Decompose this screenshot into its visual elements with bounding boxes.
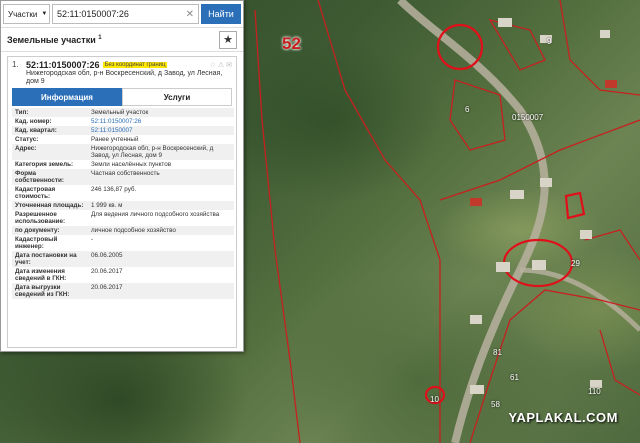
property-value: Для ведения личного подсобного хозяйства bbox=[88, 210, 234, 226]
card-action-icons[interactable]: ☆ ⚠ ✉ bbox=[210, 61, 232, 69]
block-label: 0150007 bbox=[512, 113, 544, 122]
star-icon[interactable]: ★ bbox=[219, 30, 237, 49]
property-value: 06.06.2005 bbox=[88, 251, 234, 267]
property-label: Форма собственности: bbox=[12, 169, 88, 185]
parcel-card: 1. 52:11:0150007:26 Без координат границ… bbox=[7, 56, 237, 348]
parcel-label: 81 bbox=[493, 348, 502, 357]
property-value: Нижегородская обл, р-н Воскресенский, д … bbox=[88, 144, 234, 160]
property-label: Кадастровый инженер: bbox=[12, 235, 88, 251]
quarter-label: 52 bbox=[282, 34, 301, 53]
table-row: Дата выгрузки сведений из ГКН: 20.06.2017 bbox=[12, 283, 234, 299]
property-value: Земельный участок bbox=[88, 108, 234, 117]
parcel-label: 110 bbox=[588, 387, 601, 396]
table-row: Дата изменения сведений в ГКН: 20.06.2017 bbox=[12, 267, 234, 283]
property-value: личное подсобное хозяйство bbox=[88, 226, 234, 235]
find-button[interactable]: Найти bbox=[201, 4, 241, 24]
property-value: 20.06.2017 bbox=[88, 267, 234, 283]
property-value: Частная собственность bbox=[88, 169, 234, 185]
parcel-label: 58 bbox=[491, 400, 500, 409]
search-input-value: 52:11:0150007:26 bbox=[57, 9, 129, 19]
properties-table: Тип: Земельный участок Кад. номер: 52:11:01… bbox=[12, 108, 234, 299]
parcel-title[interactable]: 52:11:0150007:26 bbox=[26, 60, 100, 70]
clear-icon[interactable]: ✕ bbox=[186, 9, 194, 20]
property-value: - bbox=[88, 235, 234, 251]
property-label: Дата выгрузки сведений из ГКН: bbox=[12, 283, 88, 299]
table-row: Кадастровая стоимость: 246 136,87 руб. bbox=[12, 185, 234, 201]
property-value: 20.06.2017 bbox=[88, 283, 234, 299]
property-label: Кадастровая стоимость: bbox=[12, 185, 88, 201]
property-value: Земли населённых пунктов bbox=[88, 160, 234, 169]
parcel-address: Нижегородская обл, р-н Воскресенский, д … bbox=[26, 70, 223, 85]
table-row: Статус: Ранее учтенный bbox=[12, 135, 234, 144]
table-row: Кадастровый инженер: - bbox=[12, 235, 234, 251]
table-row: Разрешенное использование: Для ведения ли… bbox=[12, 210, 234, 226]
watermark: YAPLAKAL.COM bbox=[508, 410, 618, 425]
table-row: Адрес: Нижегородская обл, р-н Воскресенск… bbox=[12, 144, 234, 160]
property-link[interactable]: 52:11:0150007:26 bbox=[88, 117, 234, 126]
property-value: 1 999 кв. м bbox=[88, 201, 234, 210]
parcel-card-header: 1. 52:11:0150007:26 Без координат границ… bbox=[8, 57, 236, 85]
search-input[interactable]: 52:11:0150007:26 ✕ bbox=[52, 4, 199, 24]
property-label: Разрешенное использование: bbox=[12, 210, 88, 226]
table-row: Уточненная площадь: 1 999 кв. м bbox=[12, 201, 234, 210]
tab-bar: Информация Услуги bbox=[12, 88, 232, 106]
property-label: Кад. квартал: bbox=[12, 126, 88, 135]
tab-info[interactable]: Информация bbox=[12, 88, 122, 106]
category-select-value: Участки bbox=[8, 9, 38, 19]
section-header: Земельные участки 1 ★ bbox=[1, 28, 243, 52]
info-panel: Участки ▼ 52:11:0150007:26 ✕ Найти Земел… bbox=[0, 0, 244, 352]
property-link[interactable]: 52:11:0150007 bbox=[88, 126, 234, 135]
chevron-down-icon: ▼ bbox=[41, 11, 48, 17]
property-label: Дата постановки на учет: bbox=[12, 251, 88, 267]
property-label: Дата изменения сведений в ГКН: bbox=[12, 267, 88, 283]
parcel-label: 10 bbox=[430, 395, 439, 404]
property-value: Ранее учтенный bbox=[88, 135, 234, 144]
table-row: Кад. квартал: 52:11:0150007 bbox=[12, 126, 234, 135]
category-select[interactable]: Участки ▼ bbox=[3, 4, 50, 24]
table-row: Дата постановки на учет: 06.06.2005 bbox=[12, 251, 234, 267]
parcel-card-body: 52:11:0150007:26 Без координат границ ☆ … bbox=[26, 60, 232, 85]
parcel-label: 6 bbox=[465, 105, 470, 114]
property-label: по документу: bbox=[12, 226, 88, 235]
tab-services[interactable]: Услуги bbox=[122, 88, 232, 106]
section-title: Земельные участки 1 bbox=[7, 35, 219, 45]
property-label: Уточненная площадь: bbox=[12, 201, 88, 210]
item-number: 1. bbox=[12, 60, 19, 69]
property-label: Кад. номер: bbox=[12, 117, 88, 126]
property-label: Тип: bbox=[12, 108, 88, 117]
section-count: 1 bbox=[98, 34, 102, 41]
table-row: Кад. номер: 52:11:0150007:26 bbox=[12, 117, 234, 126]
parcel-label: 9 bbox=[547, 37, 552, 46]
table-row: Тип: Земельный участок bbox=[12, 108, 234, 117]
property-value: 246 136,87 руб. bbox=[88, 185, 234, 201]
table-row: Категория земель: Земли населённых пункто… bbox=[12, 160, 234, 169]
property-label: Категория земель: bbox=[12, 160, 88, 169]
parcel-label: 29 bbox=[571, 259, 580, 268]
table-row: по документу: личное подсобное хозяйство bbox=[12, 226, 234, 235]
section-title-text: Земельные участки bbox=[7, 34, 96, 45]
table-row: Форма собственности: Частная собственност… bbox=[12, 169, 234, 185]
search-bar: Участки ▼ 52:11:0150007:26 ✕ Найти bbox=[1, 1, 243, 28]
parcel-label: 61 bbox=[510, 373, 519, 382]
property-label: Адрес: bbox=[12, 144, 88, 160]
property-label: Статус: bbox=[12, 135, 88, 144]
status-badge: Без координат границ bbox=[102, 62, 168, 68]
